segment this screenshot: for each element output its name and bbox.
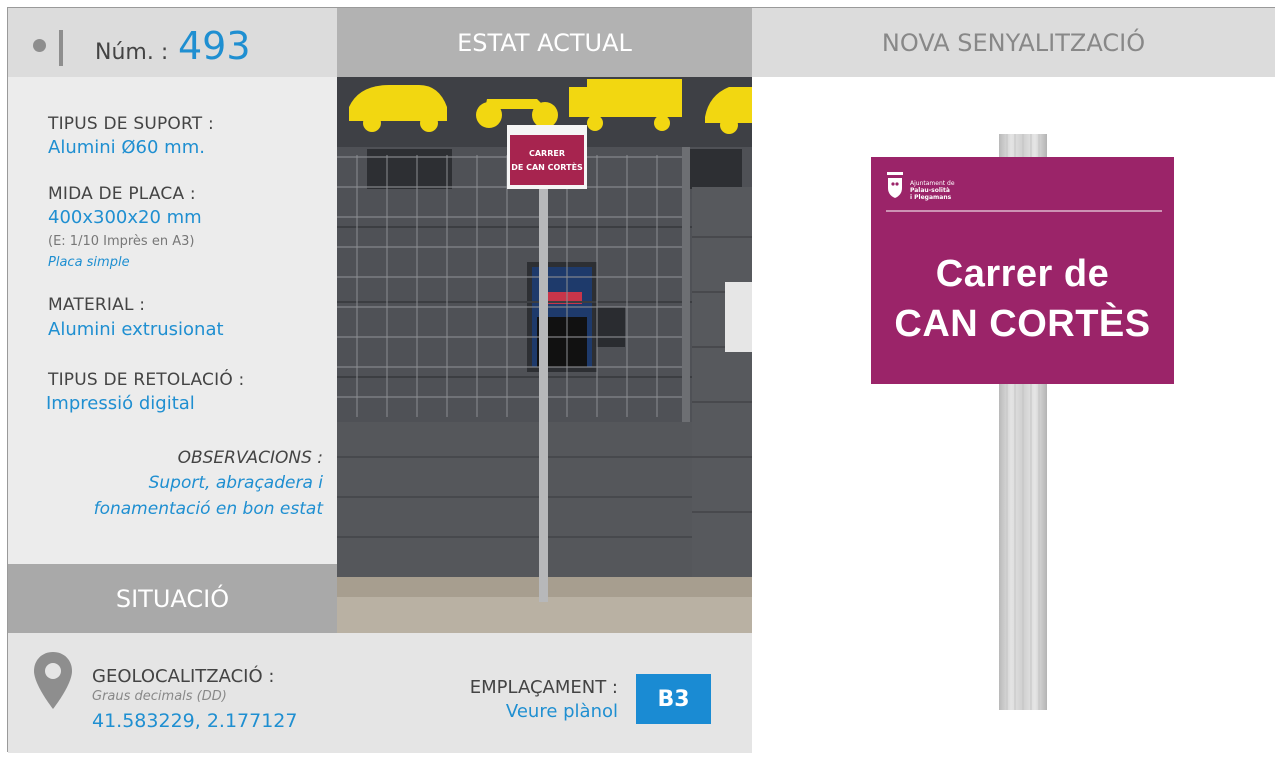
map-pin-icon	[34, 652, 72, 709]
info-panel: TIPUS DE SUPORT : Alumini Ø60 mm. MIDA D…	[8, 77, 337, 564]
support-type-label: TIPUS DE SUPORT :	[48, 114, 214, 134]
photo-sign-line-1: CARRER	[528, 149, 565, 158]
geolocation-format: Graus decimals (DD)	[92, 689, 227, 704]
current-state-header: ESTAT ACTUAL	[337, 8, 752, 77]
plate-type-note: Placa simple	[48, 255, 130, 270]
material-value: Alumini extrusionat	[48, 319, 224, 340]
placement-code-badge: B3	[636, 674, 711, 724]
new-signage-header: NOVA SENYALITZACIÓ	[752, 8, 1275, 77]
placement-label: EMPLAÇAMENT :	[469, 677, 618, 698]
sign-org-line-3: i Plegamans	[910, 194, 952, 201]
sign-title-line-2: CAN CORTÈS	[894, 303, 1151, 345]
lettering-type-value: Impressió digital	[46, 393, 195, 414]
sign-title-line-1: Carrer de	[935, 253, 1110, 295]
new-sign-illustration: Ajuntament de Palau-solità i Plegamans C…	[752, 77, 1275, 753]
plate-scale-note: (E: 1/10 Imprès en A3)	[48, 234, 195, 249]
bullet-icon	[33, 39, 46, 52]
sign-title: Carrer de CAN CORTÈS	[871, 249, 1174, 349]
observations-label: OBSERVACIONS :	[177, 448, 323, 468]
sign-org-name: Ajuntament de Palau-solità i Plegamans	[910, 180, 955, 201]
number-value: 493	[178, 24, 251, 68]
material-label: MATERIAL :	[48, 295, 146, 315]
sign-org-line-1: Ajuntament de	[910, 180, 955, 187]
number-label: Núm. :	[95, 40, 169, 65]
divider-bar	[59, 30, 63, 66]
observations-line-2: fonamentació en bon estat	[93, 499, 323, 519]
geolocation-label: GEOLOCALITZACIÓ :	[92, 666, 275, 687]
plate-size-value: 400x300x20 mm	[48, 207, 202, 228]
situation-title: SITUACIÓ	[8, 564, 337, 633]
current-state-photo: CARRER DE CAN CORTÈS	[337, 77, 752, 633]
observations-line-1: Suport, abraçadera i	[148, 473, 323, 493]
sign-pole-graphic	[871, 134, 1174, 710]
location-panel: GEOLOCALITZACIÓ : Graus decimals (DD) 41…	[8, 633, 752, 753]
photo-sign-line-2: DE CAN CORTÈS	[511, 163, 583, 172]
support-type-value: Alumini Ø60 mm.	[48, 137, 205, 158]
sign-org-line-2: Palau-solità	[910, 187, 950, 194]
number-header: Núm. : 493	[8, 8, 337, 77]
plate-size-label: MIDA DE PLACA :	[48, 184, 196, 204]
view-map-link[interactable]: Veure plànol	[506, 701, 618, 722]
photo-sign-text: CARRER DE CAN CORTÈS	[507, 147, 587, 175]
lettering-type-label: TIPUS DE RETOLACIÓ :	[48, 370, 245, 390]
geolocation-value: 41.583229, 2.177127	[92, 710, 298, 732]
